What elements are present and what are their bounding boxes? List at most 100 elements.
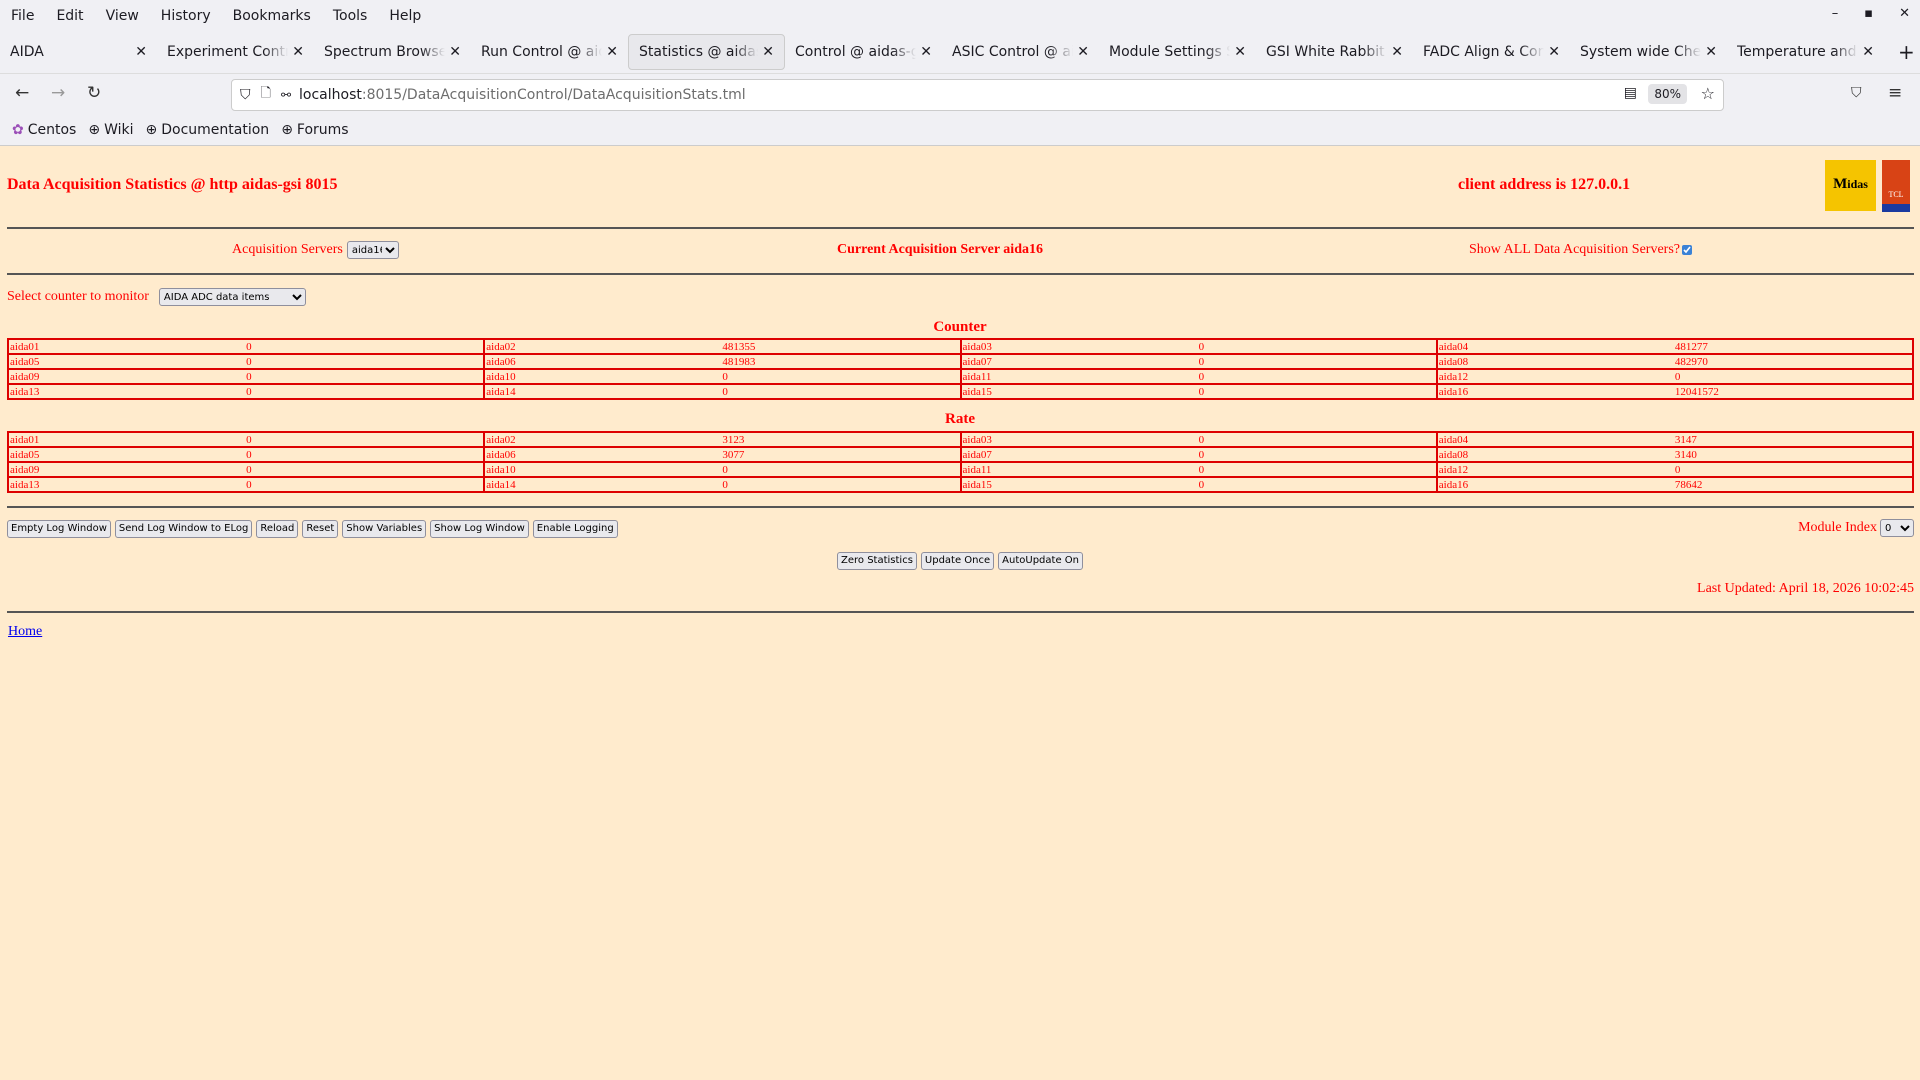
counter-select-row: Select counter to monitor AIDA ADC data … [7,288,306,306]
home-link[interactable]: Home [8,624,42,640]
table-cell: aida10 0 [483,368,962,385]
tab-7[interactable]: Module Settings Sum✕ [1099,34,1256,70]
table-cell: aida12 0 [1435,368,1915,385]
bookmark-star-icon[interactable]: ☆ [1701,84,1715,103]
maximize-icon[interactable]: ▪ [1864,6,1873,21]
close-tab-icon[interactable]: ✕ [920,44,932,60]
tab-5[interactable]: Control @ aidas-gsi✕ [785,34,942,70]
counter-select-label: Select counter to monitor [7,289,149,304]
close-tab-icon[interactable]: ✕ [1705,44,1717,60]
tab-9[interactable]: FADC Align & Control✕ [1413,34,1570,70]
centos-icon: ✿ [12,122,24,138]
menu-edit[interactable]: Edit [56,8,83,24]
server-name: aida11 [962,463,992,476]
new-tab-icon[interactable]: + [1898,40,1915,64]
pocket-icon[interactable]: ⛉ [1851,85,1862,101]
menu-bookmarks[interactable]: Bookmarks [233,8,311,24]
table-cell: aida15 0 [959,476,1438,493]
close-tab-icon[interactable]: ✕ [449,44,461,60]
server-value: 0 [1198,463,1205,476]
menu-history[interactable]: History [161,8,211,24]
send-log-window-to-elog-button[interactable]: Send Log Window to ELog [114,520,253,538]
table-row: aida13 0 aida14 0 aida15 0 aida16 78642 [6,476,1915,493]
midas-logo: Midas [1825,160,1876,211]
menu-tools[interactable]: Tools [333,8,368,24]
table-cell: aida14 0 [483,383,962,400]
close-tab-icon[interactable]: ✕ [1548,44,1560,60]
tab-2[interactable]: Spectrum Browser ✕ [314,34,471,70]
globe-icon: ⊕ [145,122,158,138]
close-tab-icon[interactable]: ✕ [292,44,304,60]
tab-10[interactable]: System wide Checks✕ [1570,34,1727,70]
tab-4[interactable]: Statistics @ aidas-gsi✕ [628,34,785,70]
empty-log-window-button[interactable]: Empty Log Window [7,520,111,538]
server-value: 3140 [1674,448,1697,461]
module-index-select[interactable]: 0 [1880,519,1914,537]
tab-label: Control @ aidas-gsi [795,44,917,60]
url-text[interactable]: localhost:8015/DataAcquisitionControl/Da… [299,87,746,103]
close-tab-icon[interactable]: ✕ [606,44,618,60]
zero-statistics-button[interactable]: Zero Statistics [837,552,917,570]
menu-view[interactable]: View [106,8,139,24]
bookmark-wiki[interactable]: ⊕ Wiki [88,122,133,138]
server-value: 0 [1198,340,1205,353]
table-cell: aida13 0 [6,476,486,493]
autoupdate-on-button[interactable]: AutoUpdate On [998,552,1083,570]
zoom-level[interactable]: 80% [1648,84,1687,104]
update-once-button[interactable]: Update Once [920,552,995,570]
close-tab-icon[interactable]: ✕ [1391,44,1403,60]
menu-file[interactable]: File [11,8,34,24]
enable-logging-button[interactable]: Enable Logging [532,520,618,538]
show-all-checkbox[interactable] [1682,245,1693,255]
back-icon[interactable]: ← [15,83,29,103]
close-tab-icon[interactable]: ✕ [135,44,147,60]
close-tab-icon[interactable]: ✕ [1234,44,1246,60]
forward-icon[interactable]: → [51,83,65,103]
table-cell: aida11 0 [959,368,1438,385]
server-name: aida01 [10,433,40,446]
server-name: aida08 [1438,355,1469,368]
tab-0[interactable]: AIDA ✕ [0,34,157,70]
reader-view-icon[interactable]: ▤ [1624,85,1637,101]
table-row: aida01 0 aida02 481355 aida03 0 aida04 481277 [6,338,1915,355]
server-name: aida07 [962,355,992,368]
close-tab-icon[interactable]: ✕ [762,44,774,60]
shield-icon[interactable]: ⛉ [240,87,251,103]
tab-label: GSI White Rabbit Tim [1266,44,1387,60]
tab-8[interactable]: GSI White Rabbit Tim✕ [1256,34,1413,70]
hamburger-menu-icon[interactable]: ≡ [1888,83,1902,103]
close-tab-icon[interactable]: ✕ [1077,44,1089,60]
reload-icon[interactable]: ↻ [87,83,101,103]
rate-table: aida01 0 aida02 3123 aida03 0 aida04 3147 aida05… [6,431,1915,493]
menu-help[interactable]: Help [389,8,421,24]
bookmark-documentation[interactable]: ⊕ Documentation [146,122,270,138]
server-value: 0 [246,385,252,398]
tab-6[interactable]: ASIC Control @ aidas✕ [942,34,1099,70]
tab-1[interactable]: Experiment Control✕ [157,34,314,70]
bookmark-centos[interactable]: ✿ Centos [12,122,76,138]
acquisition-server-select[interactable]: aida16 [346,241,399,259]
bookmark-forums[interactable]: ⊕ Forums [281,122,348,138]
permissions-icon[interactable]: ⚯ [281,88,291,102]
table-row: aida09 0 aida10 0 aida11 0 aida12 0 [6,461,1915,478]
tab-11[interactable]: Temperature and sta✕ [1727,34,1884,70]
server-name: aida03 [962,433,992,446]
table-cell: aida16 78642 [1435,476,1915,493]
reset-button[interactable]: Reset [302,520,339,538]
server-name: aida16 [1438,385,1469,398]
tab-label: Experiment Control [167,44,289,60]
tab-3[interactable]: Run Control @ aidas✕ [471,34,628,70]
minimize-icon[interactable]: – [1832,6,1839,21]
close-tab-icon[interactable]: ✕ [1862,44,1874,60]
counter-select[interactable]: AIDA ADC data items [158,288,306,306]
menu-bar: File Edit View History Bookmarks Tools H… [0,0,1920,31]
tab-bar: AIDA✕Experiment Control✕Spectrum Browser… [0,31,1920,73]
reload-button[interactable]: Reload [256,520,299,538]
client-address: client address is 127.0.0.1 [1458,176,1631,193]
show-variables-button[interactable]: Show Variables [342,520,427,538]
show-log-window-button[interactable]: Show Log Window [430,520,529,538]
close-window-icon[interactable]: ✕ [1899,6,1910,21]
url-bar[interactable]: ⛉ 🗋 ⚯ localhost:8015/DataAcquisitionCont… [231,79,1724,111]
server-name: aida06 [486,355,516,368]
table-cell: aida13 0 [6,383,486,400]
